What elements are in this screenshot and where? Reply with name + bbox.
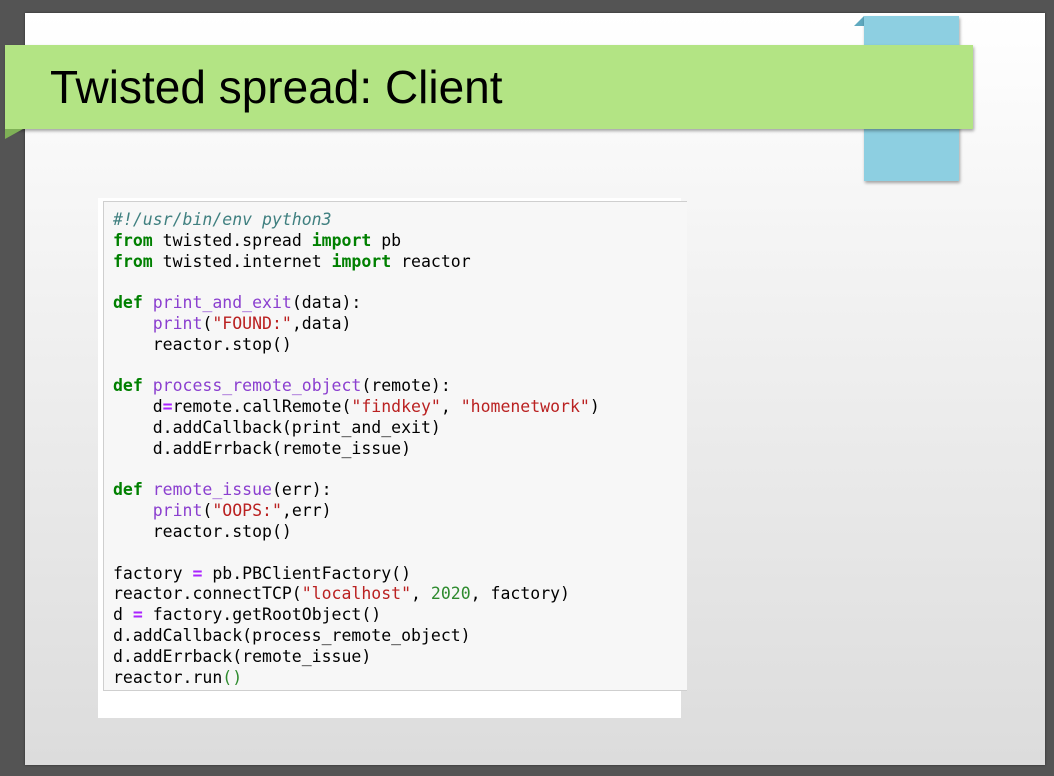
code-token-funcname: process_remote_object [152,376,362,396]
code-token-keyword: from [113,230,153,250]
code-token-funcname: print_and_exit [152,293,292,313]
code-token-plain: ( [202,501,213,521]
code-token-comment: #!/usr/bin/env python3 [113,210,332,229]
code-line: #!/usr/bin/env python3 [113,210,600,231]
code-line: print("OOPS:",err) [113,501,600,522]
code-token-plain: factory.getRootObject() [142,605,382,625]
code-line: factory = pb.PBClientFactory() [113,564,600,585]
code-panel: #!/usr/bin/env python3 from twisted.sprea… [98,198,687,718]
code-token-plain: ,data) [291,313,352,333]
slide-title: Twisted spread: Client [50,61,503,113]
code-token-keyword: import [331,251,392,271]
code-token-plain: ( [202,313,213,333]
code-token-string: "FOUND:" [212,313,292,333]
code-token-plain: , factory) [470,584,570,604]
code-block: #!/usr/bin/env python3 from twisted.sprea… [103,201,687,691]
code-token-plain: reactor [391,251,471,271]
code-line: print("FOUND:",data) [113,314,600,335]
code-token-plain: d.addCallback(process_remote_object) [113,625,471,645]
code-token-plain: (data): [291,293,362,313]
code-token-string: "homenetwork" [460,397,590,417]
code-token-plain: d [113,397,163,417]
code-line: reactor.stop() [113,335,600,356]
accent-tab-fold [854,16,864,26]
code-token-plain: reactor.run [113,667,223,687]
code-token-keyword: import [311,230,372,250]
code-line: d=remote.callRemote("findkey", "homenetw… [113,397,600,418]
code-token-keyword: def [113,480,143,500]
code-line: reactor.connectTCP("localhost", 2020, fa… [113,584,600,605]
code-token-keyword: def [113,376,143,396]
code-token-string: "localhost" [301,584,412,604]
code-token-builtin: print [152,313,203,333]
code-token-plain: ,err) [281,501,332,521]
code-token-plain: reactor.stop() [113,334,292,354]
code-line: def print_and_exit(data): [113,293,600,314]
code-line: reactor.run() [113,668,600,689]
code-token-plain: (err): [271,480,332,500]
code-token-plain: twisted.internet [152,251,332,271]
code-token-plain: d [113,605,133,625]
code-line: def process_remote_object(remote): [113,376,600,397]
code-line: from twisted.internet import reactor [113,252,600,273]
code-token-plain: remote.callRemote( [172,397,352,417]
code-token-builtin: print [152,501,203,521]
code-token-plain: d.addErrback(remote_issue) [113,438,412,458]
code-token-plain: d.addErrback(remote_issue) [113,646,372,666]
code-token-plain: , [440,397,461,417]
code-token-plain: (remote): [361,376,451,396]
code-token-funcname: remote_issue [152,480,272,500]
title-bar-fold [5,129,23,139]
title-bar: Twisted spread: Client [5,45,973,129]
code-token-operator: = [132,605,143,625]
code-token-paren-hl: () [222,667,243,687]
code-token-number: 2020 [430,584,471,604]
code-token-keyword: from [113,251,153,271]
code-token-operator: = [192,563,203,583]
code-line: d.addCallback(print_and_exit) [113,418,600,439]
code-token-string: "OOPS:" [212,501,282,521]
code-token-plain: twisted.spread [152,230,312,250]
code-text: #!/usr/bin/env python3 from twisted.sprea… [113,210,600,688]
code-token-operator: = [162,397,173,417]
code-line: from twisted.spread import pb [113,231,600,252]
code-token-plain: reactor.connectTCP( [113,584,302,604]
code-token-keyword: def [113,293,143,313]
code-token-plain: reactor.stop() [113,521,292,541]
code-line: d.addErrback(remote_issue) [113,439,600,460]
code-line: reactor.stop() [113,522,600,543]
code-token-plain: pb [371,230,402,250]
code-token-plain: pb.PBClientFactory() [202,563,412,583]
code-token-string: "findkey" [351,397,441,417]
code-line: def remote_issue(err): [113,480,600,501]
code-token-plain: ) [589,397,600,417]
code-token-plain: , [411,584,431,604]
code-line: d = factory.getRootObject() [113,605,600,626]
code-line: d.addCallback(process_remote_object) [113,626,600,647]
code-token-plain: factory [113,563,193,583]
code-token-plain: d.addCallback(print_and_exit) [113,417,441,437]
code-line: d.addErrback(remote_issue) [113,647,600,668]
